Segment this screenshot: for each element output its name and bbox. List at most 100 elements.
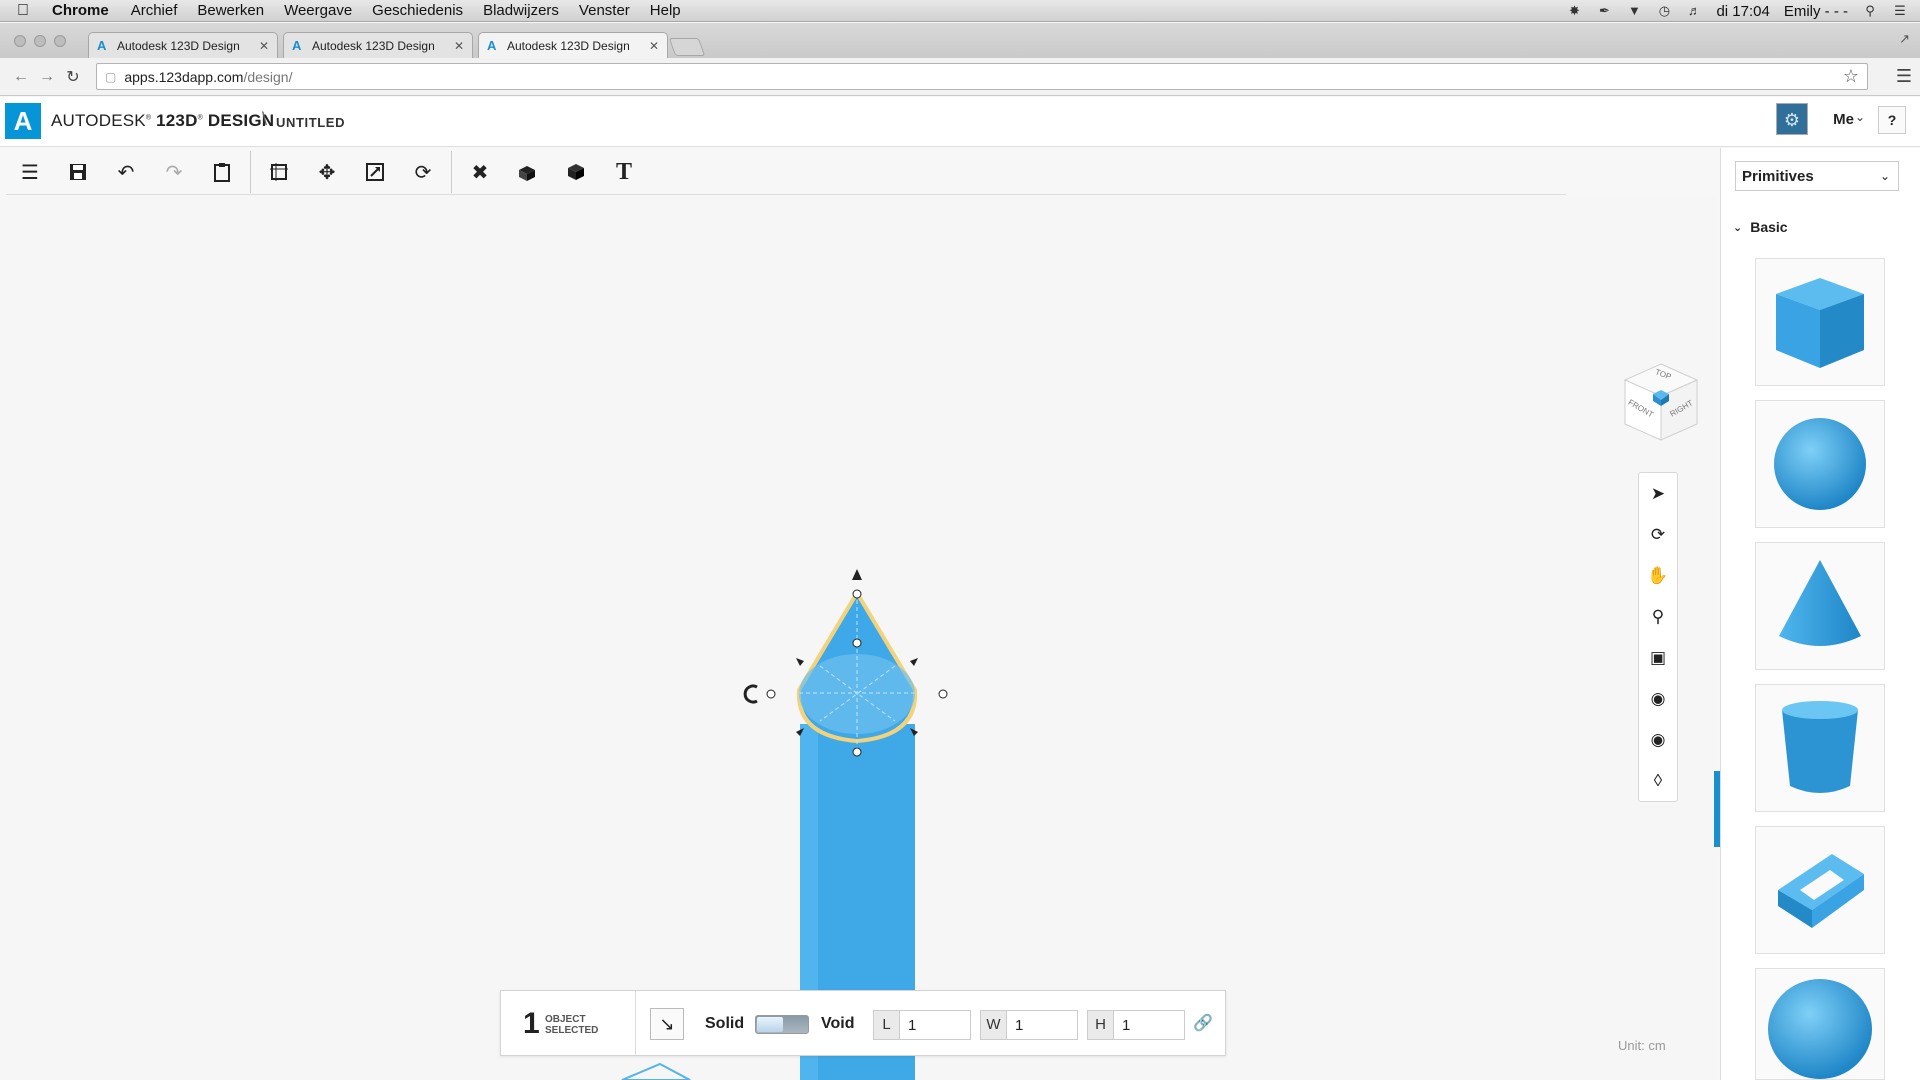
volume-icon[interactable]: ♬ xyxy=(1686,4,1702,18)
menu-icon[interactable]: ☰ xyxy=(6,152,54,192)
box-icon xyxy=(1776,278,1864,368)
menu-geschiedenis[interactable]: Geschiedenis xyxy=(362,2,473,19)
new-tab-button[interactable] xyxy=(668,38,706,56)
chevron-down-icon: ⌄ xyxy=(1879,169,1890,183)
reload-icon[interactable]: ↻ xyxy=(60,67,86,87)
selected-cone[interactable] xyxy=(796,589,918,752)
spotlight-icon[interactable]: ⚲ xyxy=(1862,4,1878,18)
menu-weergave[interactable]: Weergave xyxy=(274,2,362,19)
zoom-window-button[interactable] xyxy=(54,35,66,47)
zoom-selected-icon[interactable]: ◉ xyxy=(1639,678,1677,719)
redo-icon[interactable]: ↷ xyxy=(150,152,198,192)
text-icon[interactable]: T xyxy=(600,152,648,192)
clipboard-icon[interactable] xyxy=(198,152,246,192)
browser-tab-2[interactable]: A Autodesk 123D Design ✕ xyxy=(283,32,473,58)
group-icon[interactable] xyxy=(552,152,600,192)
minimize-window-button[interactable] xyxy=(34,35,46,47)
autodesk-logo-icon[interactable]: A xyxy=(5,103,41,139)
chevron-down-icon[interactable]: ⌄ xyxy=(1855,110,1865,124)
window-controls xyxy=(14,35,66,47)
pen-icon[interactable]: ✒ xyxy=(1596,4,1612,18)
browser-tab-1[interactable]: A Autodesk 123D Design ✕ xyxy=(88,32,278,58)
menu-help[interactable]: Help xyxy=(640,2,691,19)
snap-icon[interactable] xyxy=(255,152,303,192)
refresh-icon[interactable]: ⟳ xyxy=(399,152,447,192)
modify-icon[interactable]: ✖ xyxy=(456,152,504,192)
viewcube[interactable]: TOP FRONT RIGHT xyxy=(1619,360,1703,450)
link-icon[interactable]: 🔗 xyxy=(1193,1013,1213,1033)
back-icon[interactable]: ← xyxy=(8,68,34,86)
close-tab-icon[interactable]: ✕ xyxy=(649,39,659,53)
menu-bladwijzers[interactable]: Bladwijzers xyxy=(473,2,569,19)
toolbar-divider xyxy=(250,151,251,193)
tab-title: Autodesk 123D Design xyxy=(312,38,435,53)
zoom-icon[interactable]: ⚲ xyxy=(1639,596,1677,637)
length-key: L xyxy=(874,1011,900,1039)
autodesk-favicon-icon: A xyxy=(487,38,497,53)
undo-icon[interactable]: ↶ xyxy=(102,152,150,192)
bluetooth-icon[interactable]: ✸ xyxy=(1566,4,1582,18)
close-window-button[interactable] xyxy=(14,35,26,47)
construct-icon[interactable] xyxy=(504,152,552,192)
material-picker-button[interactable]: ↘ xyxy=(650,1008,684,1040)
width-field[interactable]: W 1 xyxy=(980,1010,1078,1040)
solid-void-toggle[interactable] xyxy=(755,1015,809,1034)
primitive-sphere[interactable] xyxy=(1755,400,1885,528)
menu-archief[interactable]: Archief xyxy=(121,2,188,19)
autodesk-favicon-icon: A xyxy=(97,37,107,53)
primitive-hemisphere[interactable] xyxy=(1755,968,1885,1080)
wifi-icon[interactable]: ▼ xyxy=(1626,4,1642,18)
bookmark-star-icon[interactable]: ☆ xyxy=(1843,66,1859,87)
selection-label: OBJECT SELECTED xyxy=(545,1014,599,1036)
height-field[interactable]: H 1 xyxy=(1087,1010,1185,1040)
length-field[interactable]: L 1 xyxy=(873,1010,971,1040)
menu-user[interactable]: Emily - - - xyxy=(1784,3,1848,20)
length-value[interactable]: 1 xyxy=(900,1017,916,1034)
partial-object[interactable] xyxy=(621,1062,691,1080)
chevron-down-icon: ⌄ xyxy=(1733,221,1743,234)
primitive-box[interactable] xyxy=(1755,258,1885,386)
scene-canvas[interactable] xyxy=(0,196,1718,1080)
select-cursor-icon[interactable]: ➤ xyxy=(1639,473,1677,514)
move-icon[interactable]: ✥ xyxy=(303,152,351,192)
user-menu-label[interactable]: Me xyxy=(1833,111,1854,128)
polygon-torus-icon xyxy=(1778,854,1864,928)
height-value[interactable]: 1 xyxy=(1114,1017,1130,1034)
time-machine-icon[interactable]: ◷ xyxy=(1656,4,1672,18)
scale-icon[interactable] xyxy=(351,152,399,192)
section-basic-header[interactable]: ⌄ Basic xyxy=(1733,219,1788,235)
primitive-polygon-torus[interactable] xyxy=(1755,826,1885,954)
apple-icon[interactable]:  xyxy=(0,2,46,20)
3d-viewport[interactable]: TOP FRONT RIGHT ➤ ⟳ ✋ ⚲ ▣ ◉ ◉ ◊ xyxy=(0,196,1720,1080)
chrome-menu-icon[interactable]: ☰ xyxy=(1896,66,1912,87)
close-tab-icon[interactable]: ✕ xyxy=(259,39,269,53)
void-label: Void xyxy=(821,1015,855,1032)
forward-icon[interactable]: → xyxy=(34,68,60,86)
dropdown-value: Primitives xyxy=(1742,167,1814,185)
address-bar[interactable]: ▢ apps.123dapp.com/design/ ☆ xyxy=(96,63,1868,90)
browser-tab-3[interactable]: A Autodesk 123D Design ✕ xyxy=(478,32,668,59)
material-icon[interactable]: ◊ xyxy=(1639,760,1677,801)
menu-clock[interactable]: di 17:04 xyxy=(1716,3,1769,20)
document-title[interactable]: UNTITLED xyxy=(276,115,345,130)
fullscreen-icon[interactable]: ↗ xyxy=(1899,31,1910,47)
primitives-dropdown[interactable]: Primitives ⌄ xyxy=(1735,161,1899,191)
primitive-cone[interactable] xyxy=(1755,542,1885,670)
user-avatar[interactable]: ⚙ xyxy=(1776,103,1808,135)
toggle-knob[interactable] xyxy=(757,1017,783,1032)
notification-icon[interactable]: ☰ xyxy=(1892,4,1908,18)
width-value[interactable]: 1 xyxy=(1007,1017,1023,1034)
cylinder-icon xyxy=(1782,701,1858,793)
menu-app-name[interactable]: Chrome xyxy=(46,2,121,19)
visibility-eye-icon[interactable]: ◉ xyxy=(1639,719,1677,760)
menu-bewerken[interactable]: Bewerken xyxy=(187,2,274,19)
menu-venster[interactable]: Venster xyxy=(569,2,640,19)
primitive-cylinder[interactable] xyxy=(1755,684,1885,812)
save-icon[interactable] xyxy=(54,152,102,192)
pan-hand-icon[interactable]: ✋ xyxy=(1639,555,1677,596)
url-text[interactable]: apps.123dapp.com/design/ xyxy=(124,69,292,85)
close-tab-icon[interactable]: ✕ xyxy=(454,39,464,53)
fit-view-icon[interactable]: ▣ xyxy=(1639,637,1677,678)
orbit-icon[interactable]: ⟳ xyxy=(1639,514,1677,555)
help-button[interactable]: ? xyxy=(1878,106,1906,134)
